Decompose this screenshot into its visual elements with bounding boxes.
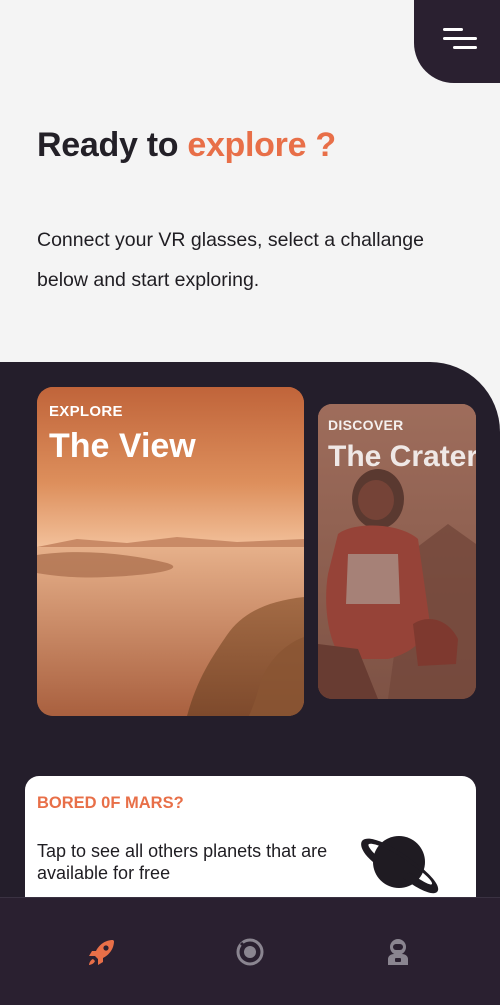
promo-text: Tap to see all others planets that are a… bbox=[37, 841, 328, 883]
menu-button[interactable] bbox=[414, 0, 500, 83]
menu-icon bbox=[443, 27, 477, 49]
challenge-card-the-view[interactable]: EXPLORE The View bbox=[37, 387, 304, 716]
intro-text: Connect your VR glasses, select a challa… bbox=[37, 229, 424, 291]
card-kicker: EXPLORE bbox=[49, 403, 123, 420]
card-kicker: DISCOVER bbox=[328, 417, 404, 433]
bottom-navigation bbox=[0, 897, 500, 1005]
title-accent: explore ? bbox=[187, 126, 336, 164]
card-title: The View bbox=[49, 427, 196, 465]
challenge-card-the-crater[interactable]: DISCOVER The Crater bbox=[318, 404, 476, 699]
planet-icon bbox=[361, 836, 439, 894]
card-title: The Crater bbox=[328, 440, 476, 473]
promo-title: BORED 0F MARS? bbox=[37, 794, 184, 812]
astronaut-icon bbox=[388, 938, 408, 965]
nav-target[interactable] bbox=[220, 922, 280, 982]
target-icon bbox=[236, 938, 264, 965]
page-title: Ready to explore ? bbox=[37, 126, 336, 165]
title-prefix: Ready to bbox=[37, 126, 188, 164]
rocket-icon bbox=[89, 939, 114, 965]
nav-profile[interactable] bbox=[368, 922, 428, 982]
nav-explore[interactable] bbox=[72, 922, 132, 982]
